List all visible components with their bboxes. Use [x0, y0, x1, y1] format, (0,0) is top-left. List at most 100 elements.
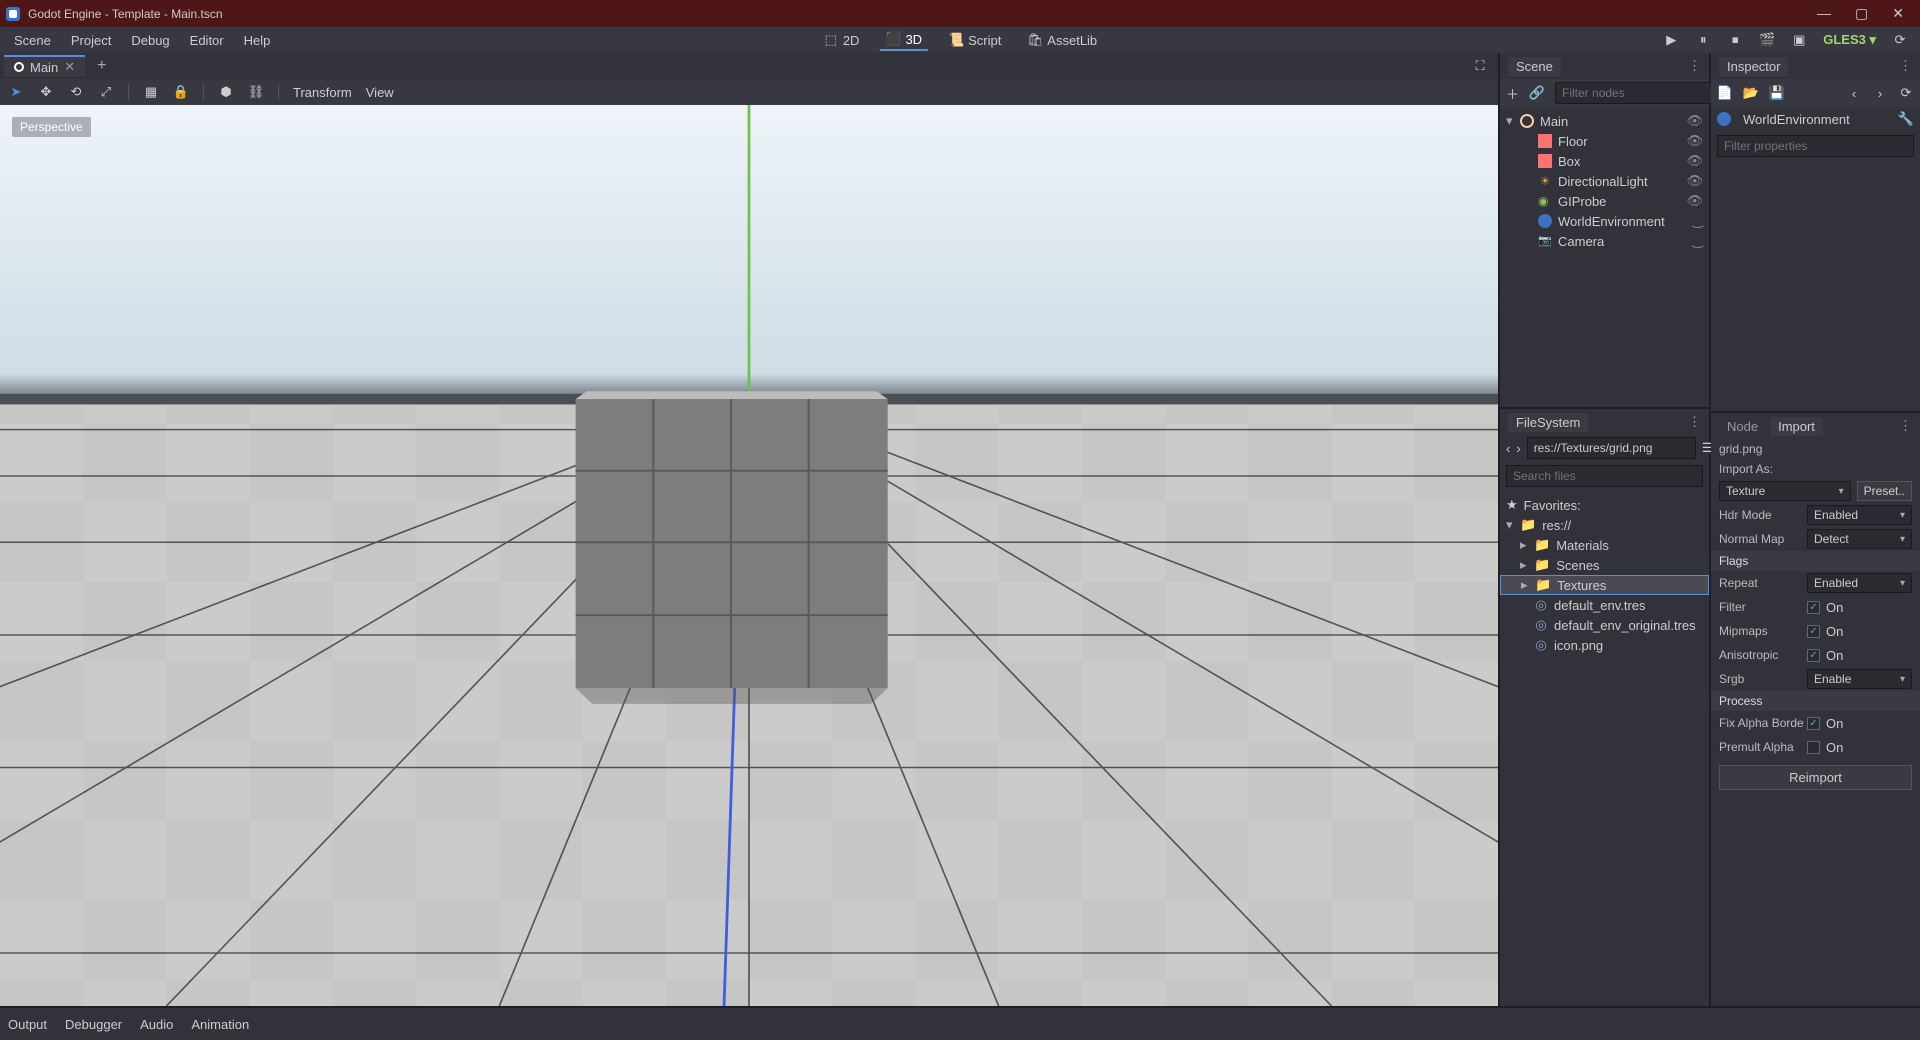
scene-panel-menu-icon[interactable]: ⋮: [1688, 58, 1701, 74]
workspace-2d[interactable]: ⬚2D: [817, 30, 866, 50]
filesystem-tab[interactable]: FileSystem: [1508, 413, 1588, 432]
menu-editor[interactable]: Editor: [180, 33, 234, 48]
menu-help[interactable]: Help: [234, 33, 281, 48]
play-button[interactable]: ▶: [1663, 32, 1679, 48]
history-fwd-icon[interactable]: ›: [1872, 85, 1888, 101]
renderer-dropdown[interactable]: GLES3 ▾: [1823, 32, 1876, 48]
inspector-object-row[interactable]: WorldEnvironment 🔧: [1711, 107, 1920, 131]
workspace-3d[interactable]: ⬛3D: [879, 29, 928, 51]
new-tab-button[interactable]: +: [89, 57, 114, 75]
dropdown[interactable]: Detect: [1807, 529, 1912, 549]
fs-path-input[interactable]: [1527, 437, 1696, 459]
fs-root[interactable]: ▾📁res://: [1500, 515, 1709, 535]
fs-search-input[interactable]: [1506, 465, 1703, 487]
rotate-tool[interactable]: ⟲: [68, 84, 84, 100]
local-space-toggle[interactable]: ▦: [143, 84, 159, 100]
inspector-menu-icon[interactable]: ⋮: [1899, 58, 1912, 74]
scene-node-box[interactable]: Box👁: [1500, 151, 1709, 171]
distraction-free-icon[interactable]: ⛶: [1472, 58, 1488, 74]
scene-node-worldenvironment[interactable]: WorldEnvironment‿: [1500, 211, 1709, 231]
inspector-tab[interactable]: Inspector: [1719, 57, 1788, 76]
fs-file-default_env-tres[interactable]: ◎default_env.tres: [1500, 595, 1709, 615]
tool-icon[interactable]: 🔧: [1898, 111, 1914, 127]
fs-favorites[interactable]: ★Favorites:: [1500, 495, 1709, 515]
fs-file-icon-png[interactable]: ◎icon.png: [1500, 635, 1709, 655]
fs-folder-scenes[interactable]: ▸📁Scenes: [1500, 555, 1709, 575]
checkbox[interactable]: [1807, 717, 1820, 730]
new-resource-icon[interactable]: 📄: [1717, 85, 1733, 101]
history-menu-icon[interactable]: ⟳: [1898, 85, 1914, 101]
instance-icon[interactable]: 🔗: [1529, 85, 1545, 101]
scene-tab[interactable]: Scene: [1508, 57, 1561, 76]
add-node-icon[interactable]: ＋: [1506, 85, 1519, 101]
checkbox[interactable]: [1807, 649, 1820, 662]
transform-menu[interactable]: Transform: [293, 85, 352, 100]
snap-toggle[interactable]: 🔒: [173, 84, 189, 100]
inspector-body[interactable]: [1711, 161, 1920, 411]
visibility-icon[interactable]: 👁: [1686, 153, 1703, 169]
select-tool[interactable]: ➤: [8, 84, 24, 100]
fs-back-icon[interactable]: ‹: [1506, 440, 1510, 456]
video-driver-icon[interactable]: ⟳: [1892, 32, 1908, 48]
bottom-animation[interactable]: Animation: [191, 1017, 249, 1032]
fs-file-default_env_original-tres[interactable]: ◎default_env_original.tres: [1500, 615, 1709, 635]
scene-tree[interactable]: ▾Main👁Floor👁Box👁☀DirectionalLight👁◉GIPro…: [1500, 107, 1709, 407]
node-tab[interactable]: Node: [1719, 417, 1766, 436]
scale-tool[interactable]: ⤢: [98, 84, 114, 100]
scene-node-camera[interactable]: 📷Camera‿: [1500, 231, 1709, 251]
import-menu-icon[interactable]: ⋮: [1899, 418, 1912, 434]
checkbox[interactable]: [1807, 741, 1820, 754]
dropdown[interactable]: Enabled: [1807, 505, 1912, 525]
visibility-icon[interactable]: 👁: [1686, 133, 1703, 149]
bottom-audio[interactable]: Audio: [140, 1017, 173, 1032]
workspace-script[interactable]: 📜Script: [942, 30, 1007, 50]
close-button[interactable]: ✕: [1892, 5, 1904, 22]
import-type-dropdown[interactable]: Texture: [1719, 481, 1851, 501]
preset-button[interactable]: Preset..: [1857, 481, 1912, 501]
dropdown[interactable]: Enabled: [1807, 573, 1912, 593]
menu-scene[interactable]: Scene: [4, 33, 61, 48]
view-menu[interactable]: View: [366, 85, 394, 100]
visibility-icon[interactable]: 👁: [1686, 193, 1703, 209]
reimport-button[interactable]: Reimport: [1719, 765, 1912, 790]
filter-properties-input[interactable]: [1717, 135, 1914, 157]
dropdown[interactable]: Enable: [1807, 669, 1912, 689]
preview-icon[interactable]: ‿: [1693, 233, 1703, 249]
fs-tree[interactable]: ★Favorites:▾📁res://▸📁Materials▸📁Scenes▸📁…: [1500, 491, 1709, 1006]
fs-folder-textures[interactable]: ▸📁Textures: [1500, 575, 1709, 595]
scene-node-floor[interactable]: Floor👁: [1500, 131, 1709, 151]
move-tool[interactable]: ✥: [38, 84, 54, 100]
perspective-badge[interactable]: Perspective: [12, 117, 91, 137]
load-resource-icon[interactable]: 📂: [1743, 85, 1759, 101]
bottom-debugger[interactable]: Debugger: [65, 1017, 122, 1032]
visibility-icon[interactable]: 👁: [1686, 113, 1703, 129]
checkbox[interactable]: [1807, 625, 1820, 638]
play-scene-button[interactable]: 🎬: [1759, 32, 1775, 48]
visibility-icon[interactable]: 👁: [1686, 173, 1703, 189]
scene-node-giprobe[interactable]: ◉GIProbe👁: [1500, 191, 1709, 211]
filesystem-menu-icon[interactable]: ⋮: [1688, 414, 1701, 430]
menu-project[interactable]: Project: [61, 33, 121, 48]
listen-icon[interactable]: ⛓: [248, 84, 264, 100]
bottom-output[interactable]: Output: [8, 1017, 47, 1032]
maximize-button[interactable]: ▢: [1855, 5, 1868, 22]
minimize-button[interactable]: —: [1817, 5, 1831, 22]
import-tab[interactable]: Import: [1770, 417, 1823, 436]
menu-debug[interactable]: Debug: [121, 33, 179, 48]
stop-button[interactable]: ⏹: [1727, 32, 1743, 48]
play-custom-button[interactable]: ▣: [1791, 32, 1807, 48]
workspace-assetlib[interactable]: 🛍AssetLib: [1021, 30, 1103, 50]
save-resource-icon[interactable]: 💾: [1769, 85, 1785, 101]
fs-folder-materials[interactable]: ▸📁Materials: [1500, 535, 1709, 555]
close-tab-icon[interactable]: ✕: [64, 59, 75, 75]
history-back-icon[interactable]: ‹: [1846, 85, 1862, 101]
pause-button[interactable]: ⏸: [1695, 32, 1711, 48]
viewport-3d[interactable]: Perspective: [0, 105, 1498, 1006]
fs-forward-icon[interactable]: ›: [1516, 440, 1520, 456]
scene-tab-main[interactable]: Main ✕: [4, 55, 85, 77]
scene-node-directionallight[interactable]: ☀DirectionalLight👁: [1500, 171, 1709, 191]
camera-override-icon[interactable]: ⬢: [218, 84, 234, 100]
checkbox[interactable]: [1807, 601, 1820, 614]
scene-node-main[interactable]: ▾Main👁: [1500, 111, 1709, 131]
filter-nodes-input[interactable]: [1555, 82, 1724, 104]
